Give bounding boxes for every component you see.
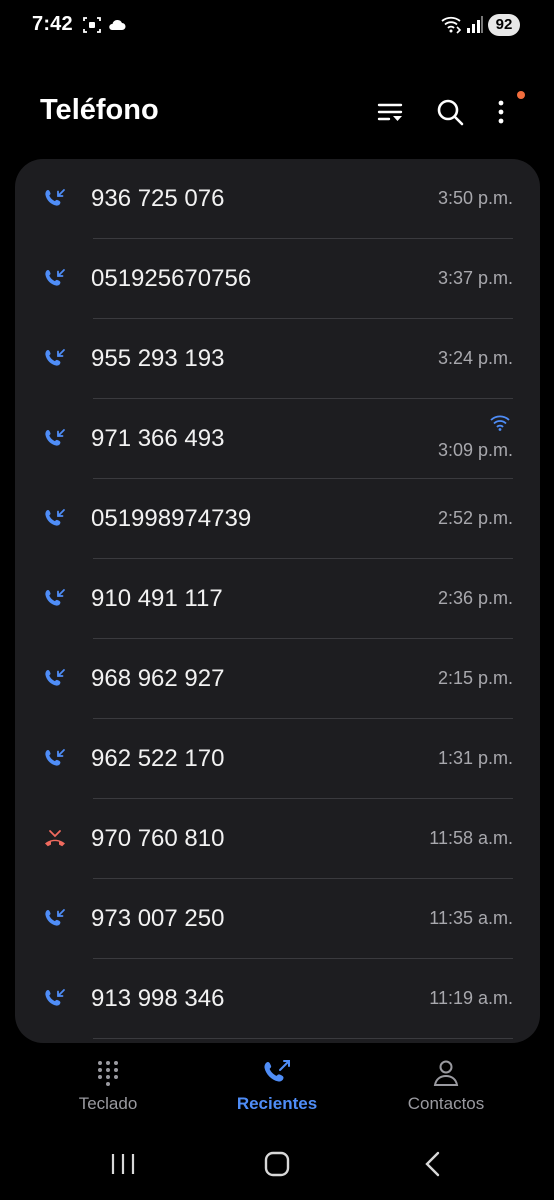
call-time: 3:09 p.m. xyxy=(437,440,513,460)
recent-calls-list[interactable]: 936 725 076 3:50 p.m. 051925670756 3:37 p.m… xyxy=(15,159,540,1043)
call-time: 2:36 p.m. xyxy=(437,588,513,608)
battery-indicator: 92 xyxy=(488,14,520,36)
tab-keypad-label: Teclado xyxy=(78,1094,138,1113)
call-log-row[interactable]: 913 998 346 11:19 a.m. xyxy=(15,959,540,1039)
call-log-row[interactable]: 973 007 250 11:35 a.m. xyxy=(15,879,540,959)
call-log-row[interactable]: 968 962 927 2:15 p.m. xyxy=(15,639,540,719)
call-log-row[interactable]: 051925670756 3:37 p.m. xyxy=(15,239,540,319)
incoming-call-icon xyxy=(43,587,67,611)
incoming-call-icon xyxy=(43,347,67,371)
back-button[interactable] xyxy=(413,1146,453,1182)
home-button[interactable] xyxy=(257,1146,297,1182)
call-number: 955 293 193 xyxy=(91,345,225,372)
recents-button[interactable] xyxy=(103,1146,143,1182)
signal-icon xyxy=(466,15,484,40)
tab-keypad[interactable]: Teclado xyxy=(38,1058,178,1118)
tab-recents-label: Recientes xyxy=(236,1094,318,1113)
call-time: 1:31 p.m. xyxy=(437,748,513,768)
recents-icon xyxy=(111,1154,135,1174)
wifi-calling-icon xyxy=(440,15,466,40)
call-time: 2:52 p.m. xyxy=(437,508,513,528)
status-bar: 7:42 92 xyxy=(0,0,554,52)
call-time: 3:50 p.m. xyxy=(437,188,513,208)
call-time: 11:35 a.m. xyxy=(429,908,513,928)
call-number: 913 998 346 xyxy=(91,985,225,1012)
page-title: Teléfono xyxy=(40,94,159,126)
recent-calls-icon xyxy=(262,1058,292,1088)
call-number: 968 962 927 xyxy=(91,665,225,692)
call-time: 11:58 a.m. xyxy=(429,828,513,848)
call-time: 3:37 p.m. xyxy=(437,268,513,288)
status-time: 7:42 xyxy=(32,13,73,35)
incoming-call-icon xyxy=(43,907,67,931)
tab-contacts[interactable]: Contactos xyxy=(376,1058,516,1118)
contacts-icon xyxy=(431,1058,461,1088)
screenshot-icon xyxy=(82,15,102,40)
call-number: 970 760 810 xyxy=(91,825,225,852)
incoming-call-icon xyxy=(43,747,67,771)
search-button[interactable] xyxy=(432,94,468,130)
incoming-call-icon xyxy=(43,187,67,211)
search-icon xyxy=(437,99,464,126)
cloud-icon xyxy=(107,15,127,40)
filter-icon xyxy=(377,103,403,121)
call-number: 971 366 493 xyxy=(91,425,225,452)
incoming-call-icon xyxy=(43,427,67,451)
back-icon xyxy=(425,1151,440,1177)
call-log-row[interactable]: 936 725 076 3:50 p.m. xyxy=(15,159,540,239)
call-time: 3:24 p.m. xyxy=(437,348,513,368)
wifi-call-icon xyxy=(490,415,510,431)
notification-dot xyxy=(517,91,525,99)
filter-button[interactable] xyxy=(372,94,408,130)
more-options-icon xyxy=(498,100,504,124)
missed-call-icon xyxy=(43,827,67,851)
call-log-row[interactable]: 971 366 493 3:09 p.m. xyxy=(15,399,540,479)
call-time: 11:19 a.m. xyxy=(429,988,513,1008)
incoming-call-icon xyxy=(43,667,67,691)
tab-recents[interactable]: Recientes xyxy=(207,1058,347,1118)
call-number: 936 725 076 xyxy=(91,185,225,212)
call-log-row[interactable]: 955 293 193 3:24 p.m. xyxy=(15,319,540,399)
call-log-row[interactable]: 910 491 117 2:36 p.m. xyxy=(15,559,540,639)
home-icon xyxy=(264,1151,290,1177)
incoming-call-icon xyxy=(43,987,67,1011)
more-options-button[interactable] xyxy=(483,94,519,130)
call-number: 962 522 170 xyxy=(91,745,225,772)
call-log-row[interactable]: 970 760 810 11:58 a.m. xyxy=(15,799,540,879)
call-log-row[interactable]: 962 522 170 1:31 p.m. xyxy=(15,719,540,799)
call-number: 973 007 250 xyxy=(91,905,225,932)
call-time: 2:15 p.m. xyxy=(437,668,513,688)
incoming-call-icon xyxy=(43,507,67,531)
call-log-row[interactable]: 051998974739 2:52 p.m. xyxy=(15,479,540,559)
keypad-icon xyxy=(93,1058,123,1088)
call-number: 051998974739 xyxy=(91,505,252,532)
tab-contacts-label: Contactos xyxy=(407,1094,485,1113)
incoming-call-icon xyxy=(43,267,67,291)
call-number: 910 491 117 xyxy=(91,585,223,612)
row-divider xyxy=(93,1038,513,1039)
call-number: 051925670756 xyxy=(91,265,252,292)
